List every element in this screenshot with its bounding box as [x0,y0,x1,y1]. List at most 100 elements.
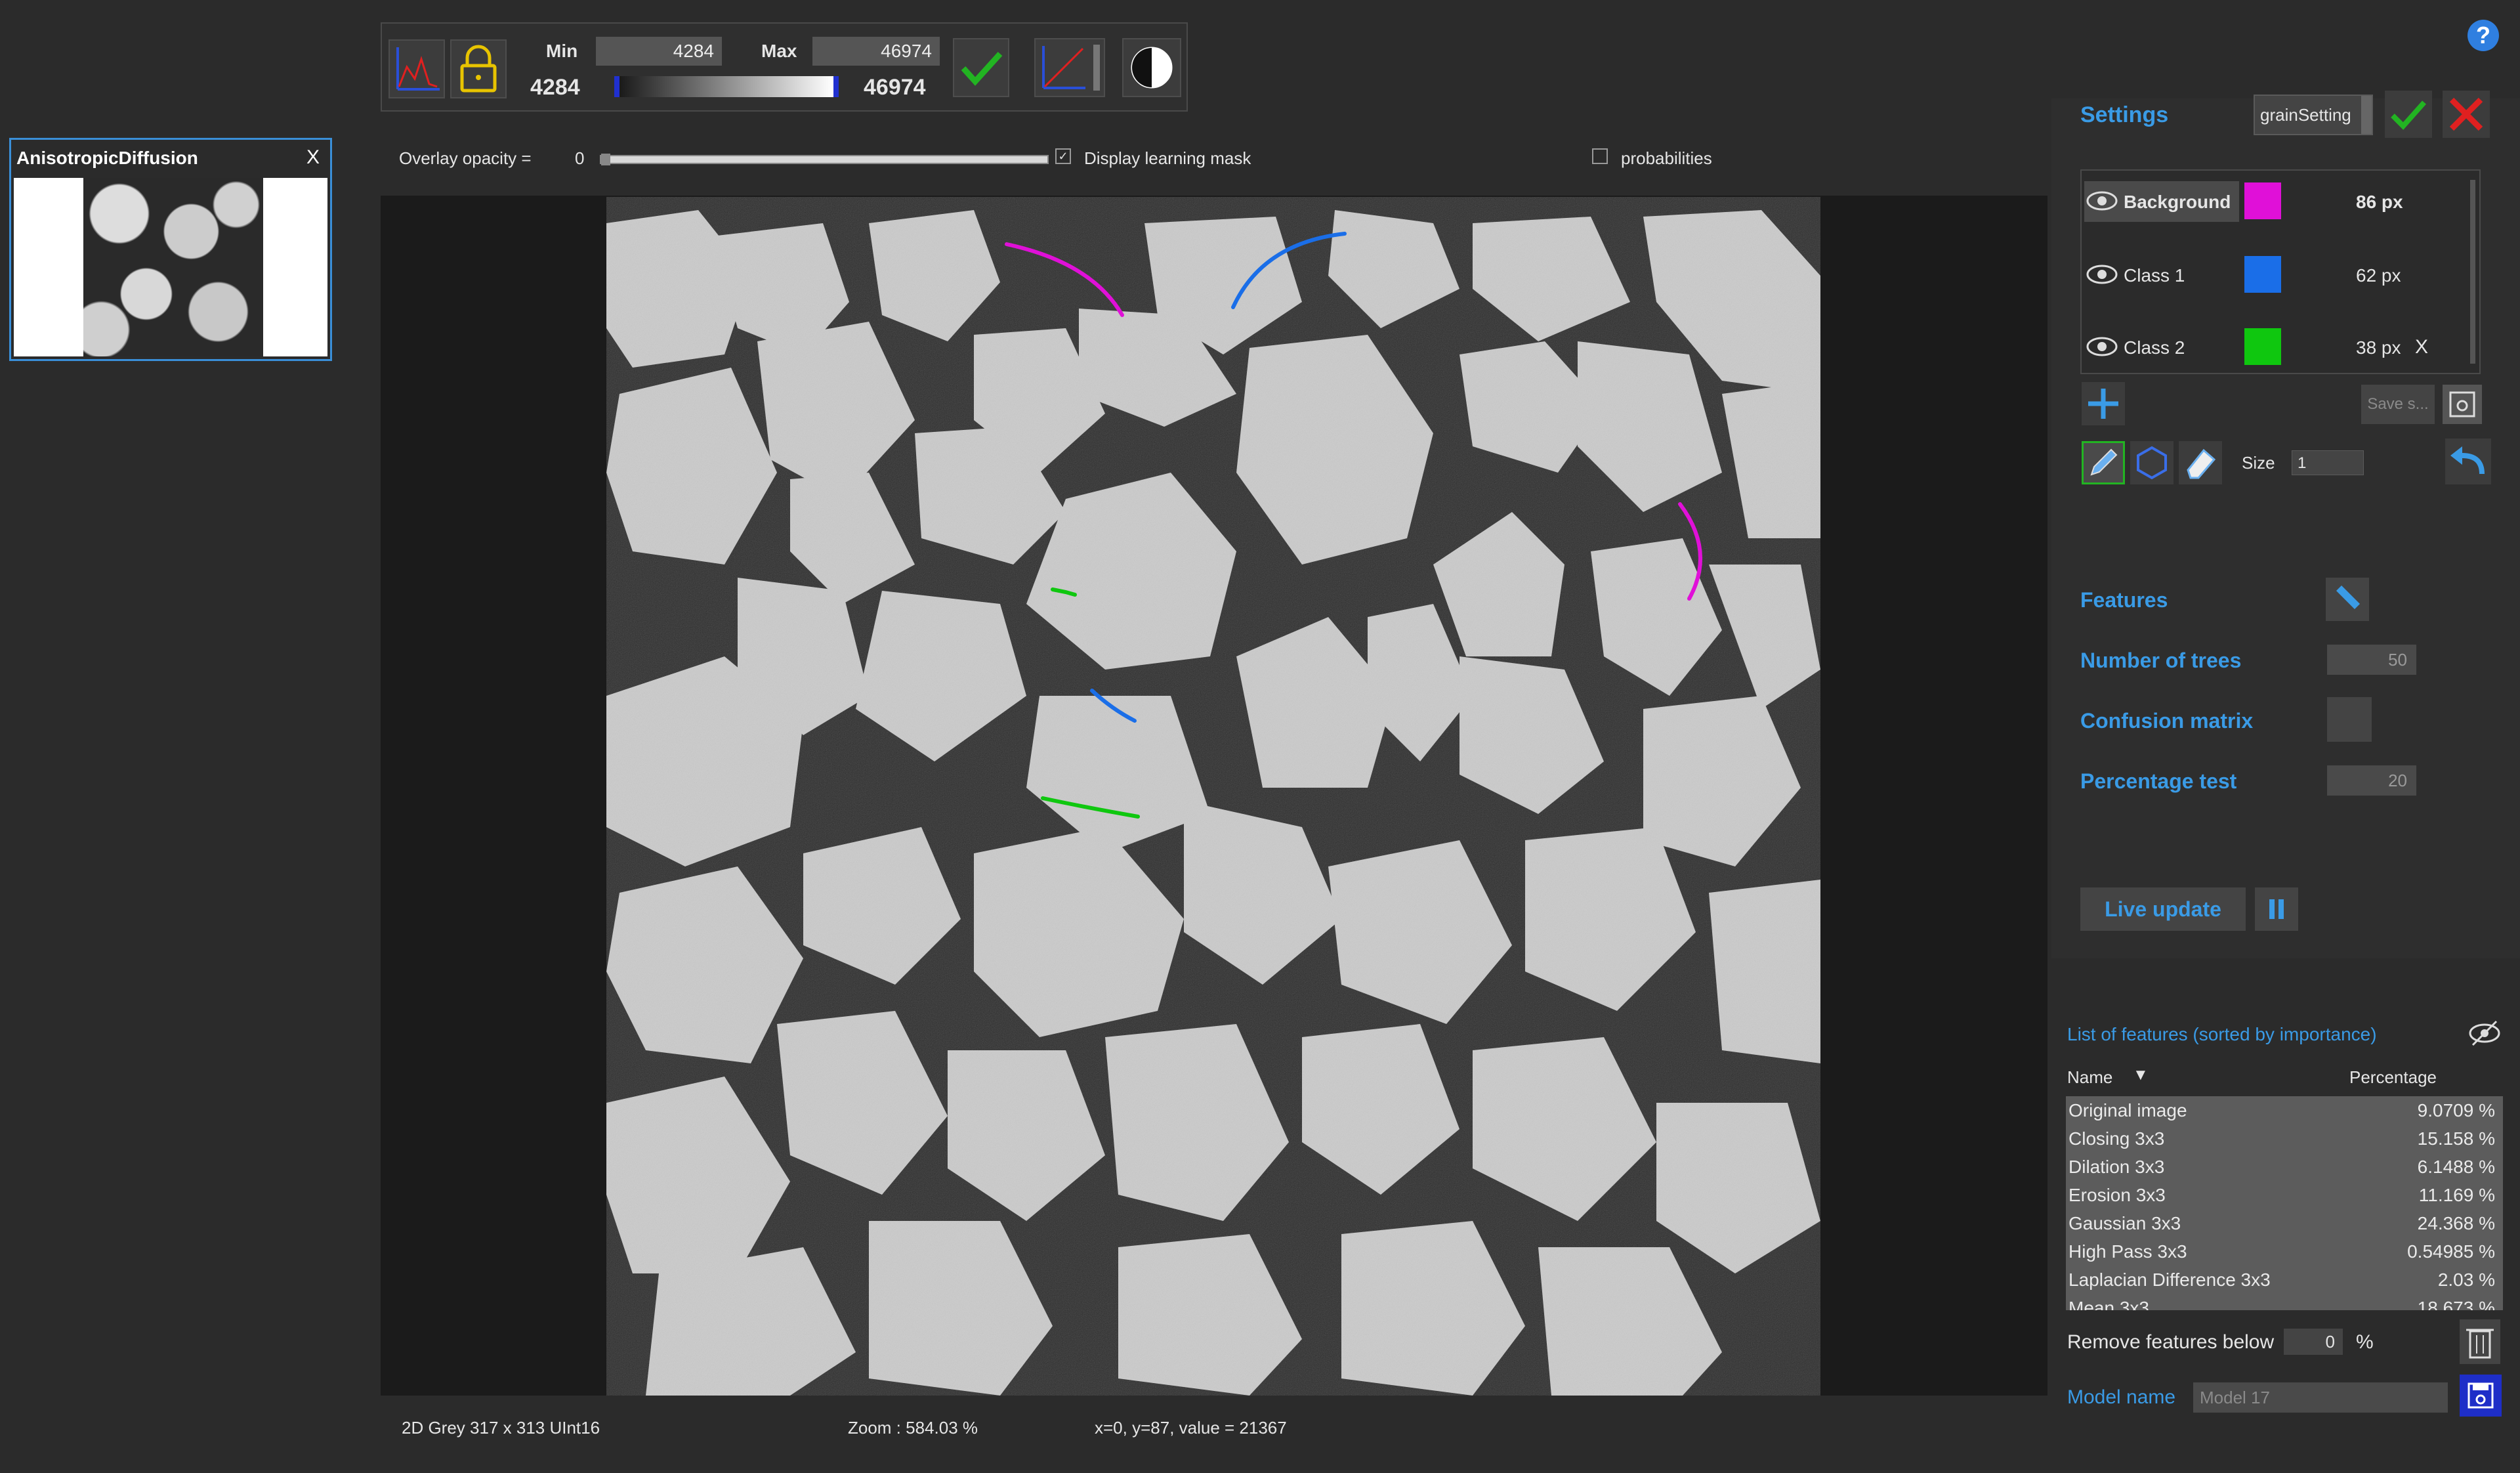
save-settings-icon-button[interactable] [2443,385,2482,424]
eye-icon[interactable] [2084,260,2120,289]
pencil-tool-button[interactable] [2082,441,2125,484]
feature-percentage: 9.0709 % [2417,1100,2495,1121]
feature-name: Erosion 3x3 [2068,1185,2166,1205]
min-value: 4284 [530,75,580,100]
help-icon[interactable]: ? [2468,20,2499,51]
brush-size-spinbox[interactable]: 1 [2292,450,2364,475]
thumbnail-image [14,178,327,356]
dataset-thumbnail[interactable]: AnisotropicDiffusion X [9,138,332,361]
contrast-range-slider[interactable] [614,76,839,97]
min-field[interactable]: 4284 [596,37,722,66]
table-row[interactable]: Dilation 3x3 6.1488 % [2068,1157,2502,1185]
contrast-icon [1131,47,1173,89]
probabilities-checkbox[interactable] [1592,148,1608,164]
table-row[interactable]: Gaussian 3x3 24.368 % [2068,1213,2502,1241]
preset-select[interactable]: grainSetting [2254,95,2373,135]
pause-button[interactable] [2255,887,2298,931]
table-row[interactable]: High Pass 3x3 0.54985 % [2068,1241,2502,1270]
sort-icon[interactable]: ▼ [2133,1066,2149,1084]
cancel-settings-button[interactable] [2443,91,2490,138]
table-row[interactable]: Closing 3x3 15.158 % [2068,1128,2502,1157]
class-name: Class 2 [2124,337,2185,358]
zoom-readout: Zoom : 584.03 % [848,1418,978,1438]
overlay-opacity-slider[interactable] [600,154,1049,165]
eraser-tool-button[interactable] [2179,441,2222,484]
confirm-settings-button[interactable] [2385,91,2432,138]
trash-icon [2466,1329,2494,1359]
close-icon [2449,97,2483,131]
remove-threshold-unit: % [2356,1331,2374,1353]
max-field[interactable]: 46974 [812,37,940,66]
lock-button[interactable] [450,39,507,98]
eye-icon[interactable] [2084,332,2120,361]
histogram-button[interactable] [388,39,445,98]
class-list-scrollbar[interactable] [2470,180,2475,364]
feature-name: Gaussian 3x3 [2068,1213,2181,1233]
feature-percentage: 11.169 % [2418,1185,2495,1205]
class-pixel-count: 38 px [2356,337,2401,358]
feature-name: Closing 3x3 [2068,1128,2165,1149]
add-class-button[interactable] [2082,382,2125,425]
segmentation-canvas[interactable] [606,197,1820,1396]
percentage-test-label: Percentage test [2080,769,2237,793]
grain-image[interactable] [606,197,1820,1396]
min-label: Min [546,41,578,61]
feature-percentage: 24.368 % [2417,1213,2495,1233]
remove-threshold-field[interactable]: 0 [2284,1329,2343,1355]
pause-icon [2269,899,2284,919]
eye-icon[interactable] [2084,186,2120,215]
disk-icon [2468,1382,2494,1409]
column-percentage-header[interactable]: Percentage [2349,1067,2437,1088]
disk-icon [2449,391,2475,417]
apply-range-button[interactable] [953,38,1009,97]
preset-dropdown-arrow[interactable] [2361,96,2372,134]
model-name-input[interactable]: Model 17 [2193,1382,2448,1413]
class-color-swatch[interactable] [2244,256,2281,293]
class-color-swatch[interactable] [2244,328,2281,365]
eraser-icon [2187,448,2216,479]
overlay-opacity-label: Overlay opacity = [399,148,532,168]
live-update-button[interactable]: Live update [2080,887,2246,931]
thumbnail-title: AnisotropicDiffusion [16,148,198,168]
display-mask-checkbox[interactable]: ✓ [1055,148,1071,164]
save-model-button[interactable] [2460,1375,2502,1417]
histogram-icon [396,47,440,91]
model-name-label: Model name [2067,1386,2176,1408]
undo-button[interactable] [2445,438,2491,484]
confusion-matrix-button[interactable] [2327,697,2372,742]
feature-percentage: 18.673 % [2417,1298,2495,1310]
class-pixel-count: 86 px [2356,192,2403,212]
polygon-tool-button[interactable] [2130,441,2174,484]
table-row[interactable]: Mean 3x3 18.673 % [2068,1298,2502,1310]
plus-icon [2088,389,2118,419]
table-row[interactable]: Original image 9.0709 % [2068,1100,2502,1128]
features-table[interactable]: Original image 9.0709 % Closing 3x3 15.158… [2066,1096,2503,1310]
remove-class-icon[interactable]: X [2415,336,2428,358]
hide-eye-icon[interactable] [2466,1015,2503,1052]
features-edit-button[interactable] [2326,578,2369,621]
lock-icon [460,45,497,93]
trees-label: Number of trees [2080,649,2242,672]
save-settings-button[interactable]: Save s... [2361,385,2435,424]
class-color-swatch[interactable] [2244,182,2281,219]
close-icon[interactable]: X [306,146,320,169]
confusion-matrix-label: Confusion matrix [2080,709,2254,733]
table-row[interactable]: Erosion 3x3 11.169 % [2068,1185,2502,1213]
transfer-curve-button[interactable] [1034,38,1105,97]
undo-icon [2450,446,2485,475]
column-name-header[interactable]: Name [2067,1067,2112,1088]
table-row[interactable]: Laplacian Difference 3x3 2.03 % [2068,1270,2502,1298]
feature-percentage: 0.54985 % [2407,1241,2495,1262]
class-pixel-count: 62 px [2356,265,2401,286]
feature-name: Mean 3x3 [2068,1298,2149,1310]
feature-percentage: 15.158 % [2417,1128,2495,1149]
slider-handle[interactable] [601,154,610,165]
invert-button[interactable] [1122,38,1181,97]
feature-name: Laplacian Difference 3x3 [2068,1270,2271,1290]
hexagon-icon [2137,446,2167,480]
class-name: Background [2124,192,2231,212]
remove-features-button[interactable] [2460,1319,2500,1364]
trees-field[interactable]: 50 [2327,645,2416,675]
percentage-test-field[interactable]: 20 [2327,765,2416,796]
display-toolbar: Min 4284 Max 46974 4284 46974 [381,22,1188,112]
